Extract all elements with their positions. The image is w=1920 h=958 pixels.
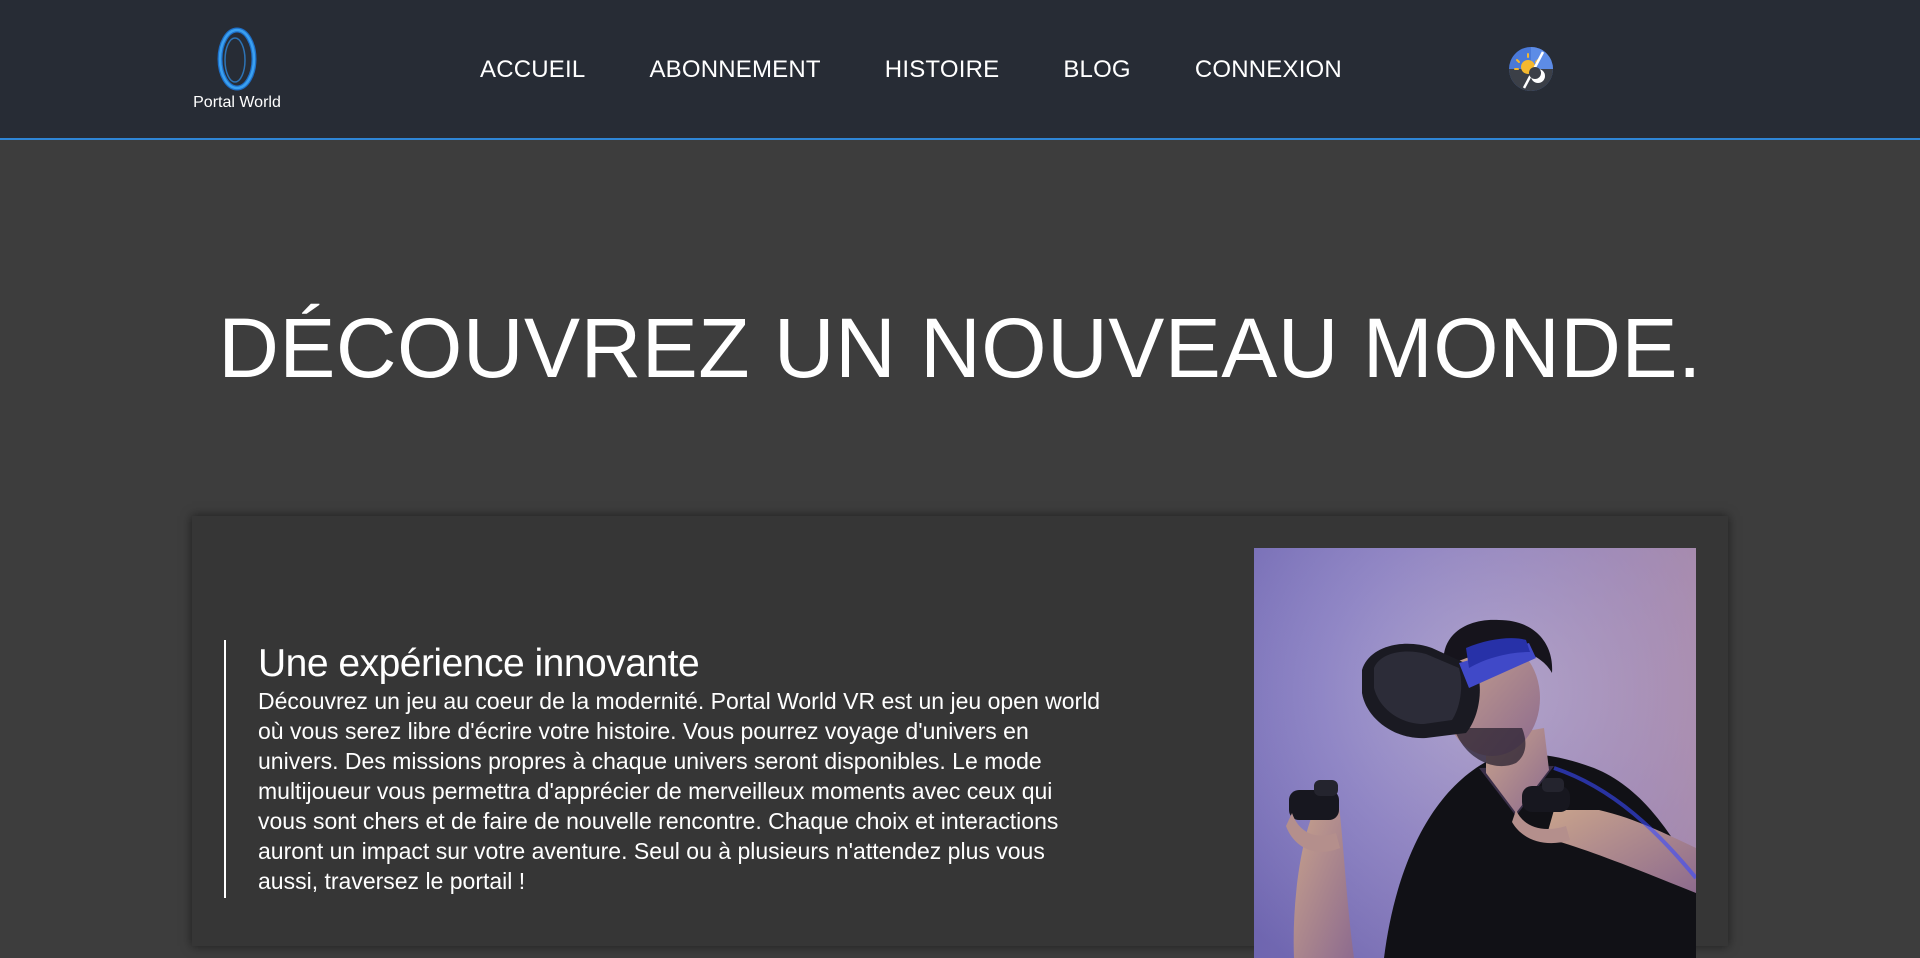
portal-ring-icon <box>217 27 257 91</box>
main-nav: ACCUEIL ABONNEMENT HISTOIRE BLOG CONNEXI… <box>480 52 1342 88</box>
nav-link-blog[interactable]: BLOG <box>1063 56 1131 84</box>
hero-title: DÉCOUVREZ UN NOUVEAU MONDE. <box>218 301 1702 395</box>
logo-text: Portal World <box>193 94 281 111</box>
nav-link-histoire[interactable]: HISTOIRE <box>885 56 1000 84</box>
site-header: Portal World ACCUEIL ABONNEMENT HISTOIRE… <box>0 0 1920 140</box>
sun-moon-theme-icon <box>1509 47 1553 91</box>
feature-heading: Une expérience innovante <box>258 642 700 685</box>
theme-toggle-button[interactable] <box>1508 46 1554 92</box>
vr-player-image <box>1254 548 1696 958</box>
nav-link-connexion[interactable]: CONNEXION <box>1195 56 1342 84</box>
logo-link[interactable]: Portal World <box>187 26 287 116</box>
feature-text-block: Une expérience innovante Découvrez un je… <box>224 640 1104 898</box>
feature-description: Découvrez un jeu au coeur de la modernit… <box>258 688 1101 894</box>
feature-card: Une expérience innovante Découvrez un je… <box>192 516 1728 958</box>
nav-link-abonnement[interactable]: ABONNEMENT <box>649 56 820 84</box>
nav-link-accueil[interactable]: ACCUEIL <box>480 56 585 84</box>
